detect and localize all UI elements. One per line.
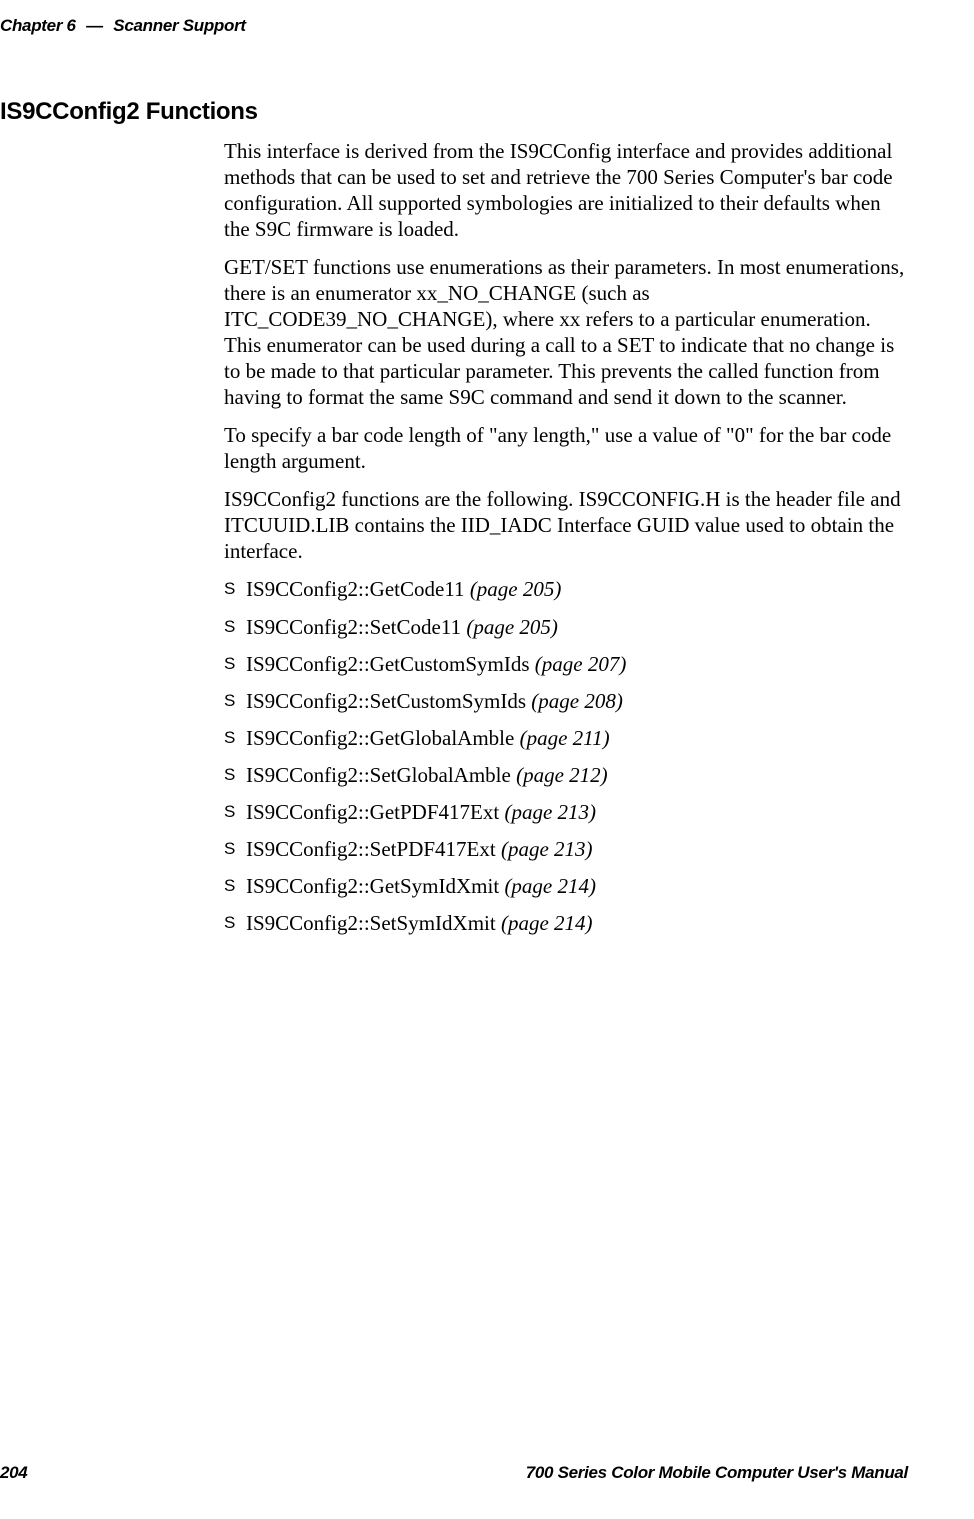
list-item: IS9CConfig2::GetPDF417Ext (page 213) xyxy=(224,799,908,825)
page-ref: (page 207) xyxy=(535,652,627,676)
section-title: IS9CConfig2 Functions xyxy=(0,98,908,126)
running-footer: 204 700 Series Color Mobile Computer Use… xyxy=(0,1463,908,1483)
paragraph: To specify a bar code length of "any len… xyxy=(224,422,908,474)
page-ref: (page 205) xyxy=(466,615,558,639)
function-name: IS9CConfig2::GetSymIdXmit xyxy=(246,874,504,898)
page-number: 204 xyxy=(0,1463,27,1483)
header-title: Scanner Support xyxy=(113,16,245,35)
function-name: IS9CConfig2::GetCode11 xyxy=(246,577,470,601)
running-header: Chapter 6 — Scanner Support xyxy=(0,16,908,36)
paragraph: IS9CConfig2 functions are the following.… xyxy=(224,486,908,564)
list-item: IS9CConfig2::GetSymIdXmit (page 214) xyxy=(224,873,908,899)
function-name: IS9CConfig2::GetCustomSymIds xyxy=(246,652,535,676)
header-chapter: Chapter 6 xyxy=(0,16,76,35)
list-item: IS9CConfig2::SetCode11 (page 205) xyxy=(224,614,908,640)
page-ref: (page 213) xyxy=(501,837,593,861)
page-ref: (page 212) xyxy=(516,763,608,787)
page-ref: (page 214) xyxy=(504,874,596,898)
list-item: IS9CConfig2::GetCustomSymIds (page 207) xyxy=(224,651,908,677)
list-item: IS9CConfig2::SetCustomSymIds (page 208) xyxy=(224,688,908,714)
header-dash: — xyxy=(86,16,103,35)
list-item: IS9CConfig2::GetCode11 (page 205) xyxy=(224,576,908,602)
function-name: IS9CConfig2::GetGlobalAmble xyxy=(246,726,520,750)
page: Chapter 6 — Scanner Support IS9CConfig2 … xyxy=(0,0,974,1519)
paragraph: This interface is derived from the IS9CC… xyxy=(224,138,908,242)
list-item: IS9CConfig2::GetGlobalAmble (page 211) xyxy=(224,725,908,751)
function-name: IS9CConfig2::SetGlobalAmble xyxy=(246,763,516,787)
list-item: IS9CConfig2::SetSymIdXmit (page 214) xyxy=(224,910,908,936)
function-name: IS9CConfig2::SetCustomSymIds xyxy=(246,689,531,713)
page-ref: (page 213) xyxy=(504,800,596,824)
list-item: IS9CConfig2::SetPDF417Ext (page 213) xyxy=(224,836,908,862)
function-name: IS9CConfig2::SetCode11 xyxy=(246,615,466,639)
paragraph: GET/SET functions use enumerations as th… xyxy=(224,254,908,410)
function-name: IS9CConfig2::SetPDF417Ext xyxy=(246,837,501,861)
body-content: This interface is derived from the IS9CC… xyxy=(224,138,908,936)
footer-title: 700 Series Color Mobile Computer User's … xyxy=(526,1463,908,1483)
page-ref: (page 205) xyxy=(470,577,562,601)
page-ref: (page 211) xyxy=(520,726,610,750)
list-item: IS9CConfig2::SetGlobalAmble (page 212) xyxy=(224,762,908,788)
function-list: IS9CConfig2::GetCode11 (page 205) IS9CCo… xyxy=(224,576,908,935)
function-name: IS9CConfig2::GetPDF417Ext xyxy=(246,800,504,824)
page-ref: (page 214) xyxy=(501,911,593,935)
page-ref: (page 208) xyxy=(531,689,623,713)
function-name: IS9CConfig2::SetSymIdXmit xyxy=(246,911,501,935)
